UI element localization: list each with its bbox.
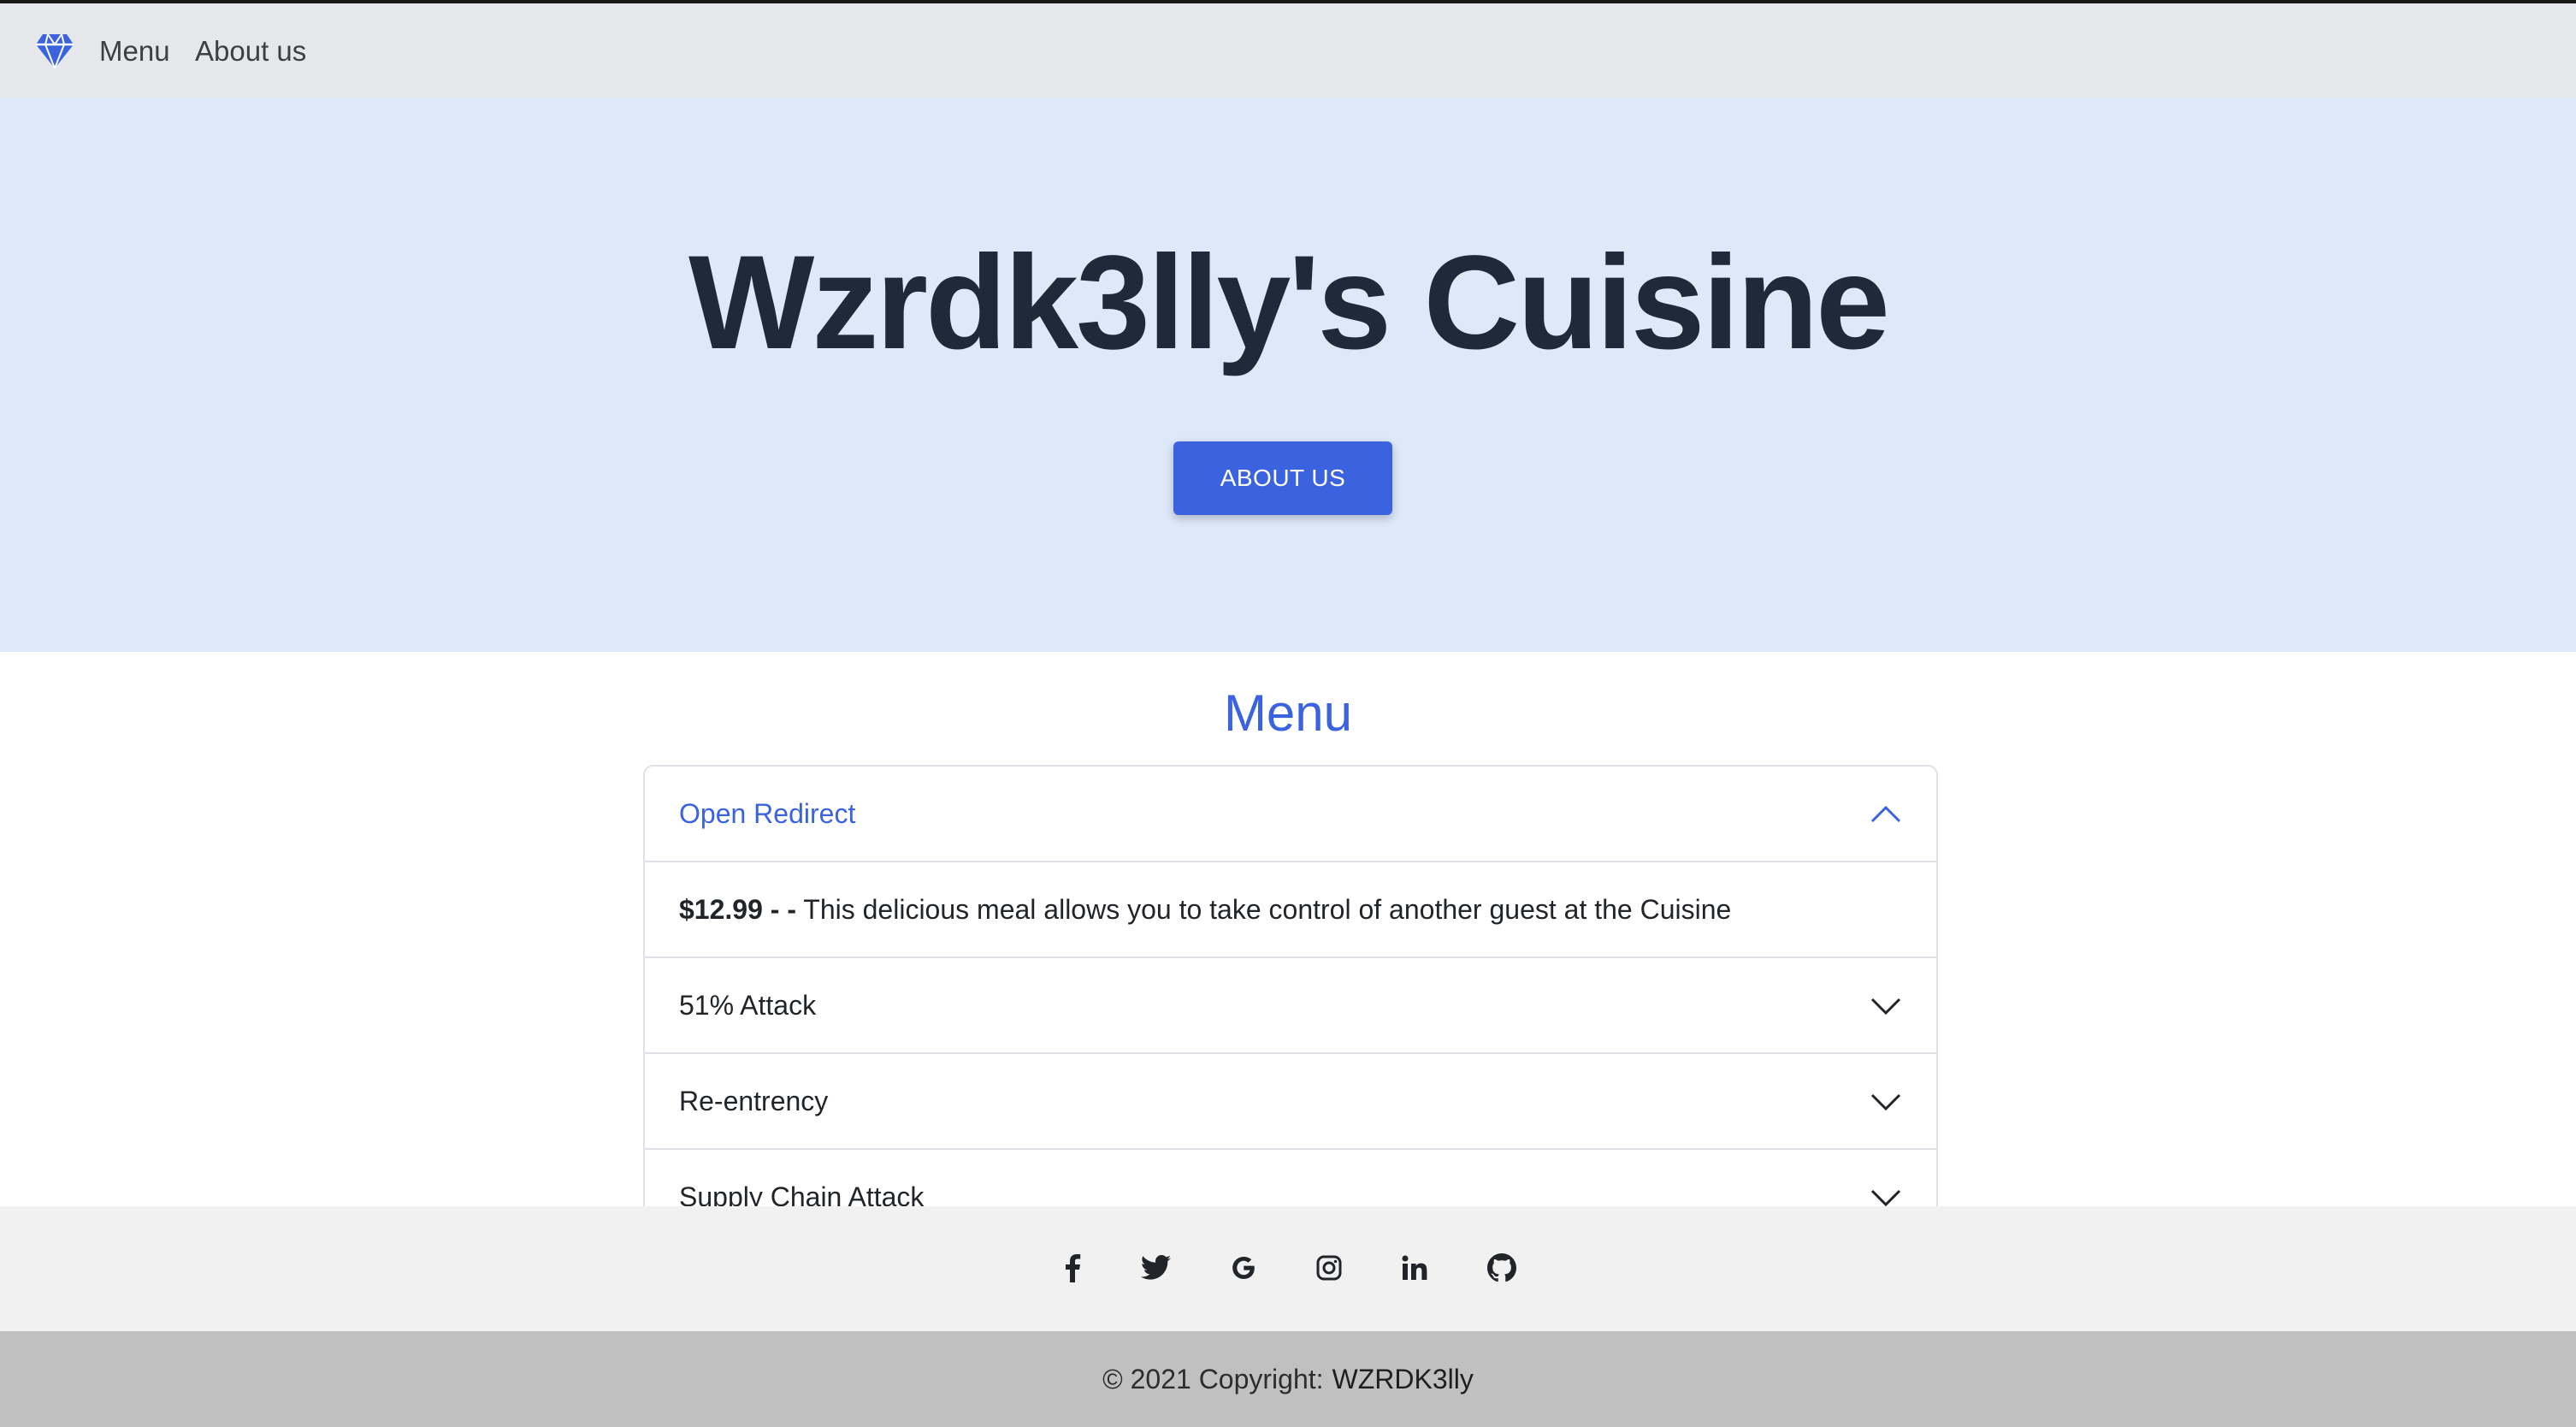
nav-link-menu[interactable]: Menu	[99, 29, 170, 74]
accordion-header-re-entrency[interactable]: Re-entrency	[645, 1054, 1936, 1148]
social-footer	[0, 1206, 2576, 1331]
chevron-up-icon	[1870, 798, 1902, 831]
menu-accordion: Open Redirect $12.99 - - This delicious …	[643, 765, 1938, 1211]
accordion-item-51-attack: 51% Attack	[645, 958, 1936, 1054]
diamond-icon[interactable]	[34, 33, 75, 70]
accordion-header-supply-chain-attack[interactable]: Supply Chain Attack	[645, 1150, 1936, 1211]
navbar: Menu About us	[0, 3, 2576, 98]
accordion-item-re-entrency: Re-entrency	[645, 1054, 1936, 1150]
accordion-item-label: 51% Attack	[679, 989, 817, 1021]
github-icon[interactable]	[1483, 1249, 1521, 1287]
item-description: This delicious meal allows you to take c…	[803, 893, 1732, 925]
accordion-item-supply-chain-attack: Supply Chain Attack	[645, 1150, 1936, 1211]
item-price: $12.99 - -	[679, 893, 796, 925]
chevron-down-icon	[1870, 990, 1902, 1022]
instagram-icon[interactable]	[1310, 1249, 1348, 1287]
linkedin-icon[interactable]	[1396, 1249, 1433, 1287]
copyright-text: © 2021 Copyright:	[1102, 1363, 1324, 1394]
copyright-bar: © 2021 Copyright: WZRDK3lly	[0, 1331, 2576, 1427]
google-icon[interactable]	[1225, 1249, 1262, 1287]
accordion-item-open-redirect: Open Redirect $12.99 - - This delicious …	[645, 767, 1936, 958]
facebook-icon[interactable]	[1054, 1249, 1091, 1287]
nav-link-about-us[interactable]: About us	[195, 29, 306, 74]
hero-title: Wzrdk3lly's Cuisine	[688, 228, 1890, 377]
hero-section: Wzrdk3lly's Cuisine ABOUT US	[0, 98, 2576, 652]
accordion-item-label: Re-entrency	[679, 1085, 829, 1116]
menu-title: Menu	[1223, 684, 1353, 742]
accordion-body-open-redirect: $12.99 - - This delicious meal allows yo…	[645, 861, 1936, 956]
copyright-owner-link[interactable]: WZRDK3lly	[1332, 1364, 1474, 1395]
accordion-item-label: Open Redirect	[679, 797, 856, 829]
chevron-down-icon	[1870, 1086, 1902, 1118]
about-us-button[interactable]: ABOUT US	[1173, 441, 1392, 515]
twitter-icon[interactable]	[1137, 1249, 1175, 1287]
accordion-header-open-redirect[interactable]: Open Redirect	[645, 767, 1936, 861]
accordion-header-51-attack[interactable]: 51% Attack	[645, 958, 1936, 1052]
